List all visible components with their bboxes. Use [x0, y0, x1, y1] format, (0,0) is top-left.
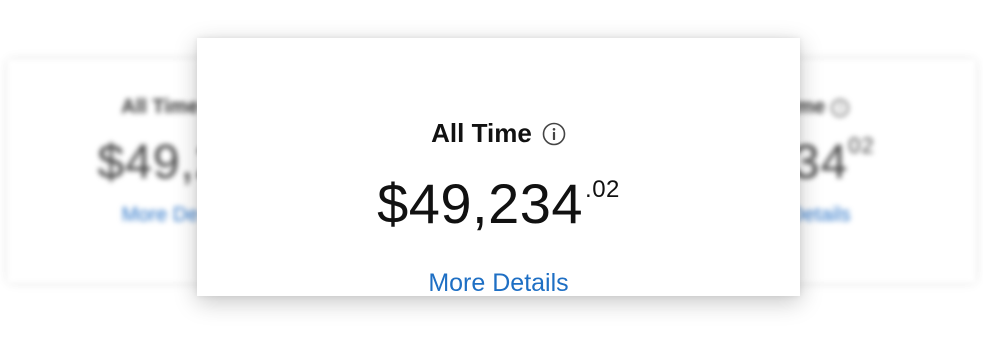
all-time-summary-card: All Time $49,234.02 More Details — [197, 38, 800, 298]
info-icon[interactable] — [542, 122, 566, 146]
amount-cents: .02 — [585, 176, 620, 203]
total-amount: $49,234.02 — [197, 176, 800, 232]
info-icon: i — [831, 98, 850, 117]
amount-main: $49,234 — [377, 172, 584, 235]
more-details-link[interactable]: More Details — [197, 269, 800, 298]
background-title: All Time — [121, 96, 199, 118]
card-title-label: All Time — [431, 118, 532, 148]
card-title: All Time — [197, 118, 800, 149]
